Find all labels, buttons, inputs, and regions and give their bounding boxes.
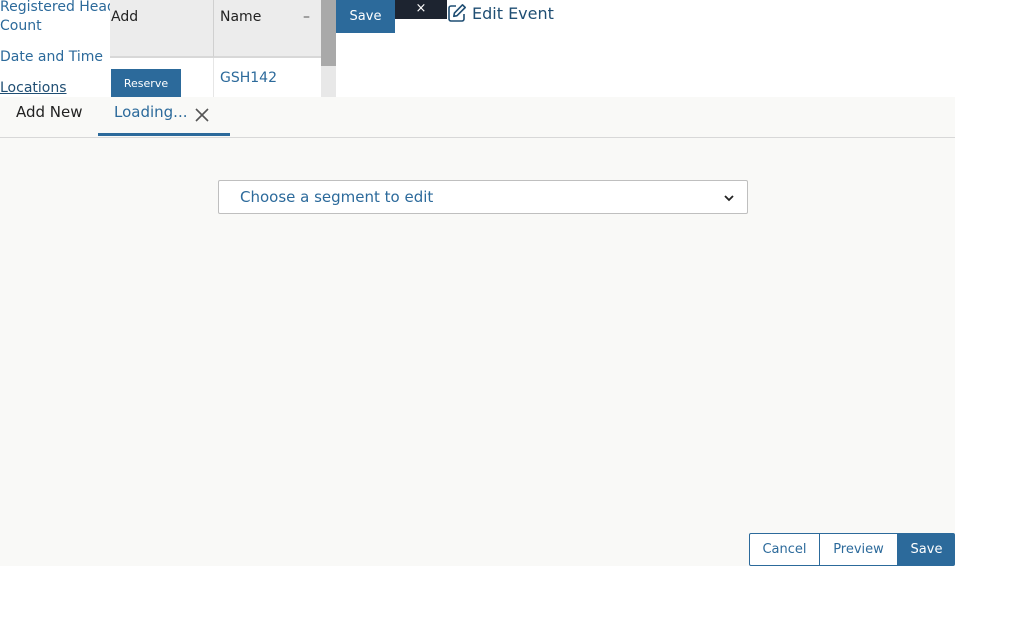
edit-event-title: Edit Event — [472, 3, 554, 23]
segment-select[interactable]: Choose a segment to edit — [218, 180, 748, 214]
nav-date-and-time[interactable]: Date and Time — [0, 48, 103, 67]
scrollbar-thumb[interactable] — [321, 0, 336, 66]
tab-loading[interactable]: Loading... — [98, 97, 230, 136]
tab-bar: Add New Loading... — [0, 97, 955, 138]
cancel-button[interactable]: Cancel — [749, 533, 820, 566]
column-header-name-label: Name — [220, 9, 262, 25]
chevron-down-icon — [724, 195, 734, 202]
column-header-add: Add — [110, 0, 213, 58]
nav-label-line1: Registered Head — [0, 0, 116, 15]
tab-loading-label: Loading... — [114, 103, 188, 121]
reserve-button[interactable]: Reserve — [111, 69, 181, 97]
tab-add-new[interactable]: Add New — [16, 103, 83, 121]
save-button[interactable]: Save — [898, 533, 955, 566]
nav-label-line2: Count — [0, 18, 42, 34]
nav-registered-head-count[interactable]: Registered Head Count — [0, 0, 116, 36]
edit-icon — [448, 4, 466, 22]
location-link[interactable]: GSH142 — [220, 70, 277, 86]
close-icon[interactable] — [194, 107, 210, 123]
close-icon: × — [415, 1, 427, 16]
table-scrollbar[interactable] — [321, 0, 336, 97]
segment-select-placeholder: Choose a segment to edit — [240, 188, 434, 206]
locations-table: Add Name – Reserve GSH142 — [110, 0, 322, 97]
column-header-name[interactable]: Name – — [213, 0, 322, 58]
preview-button[interactable]: Preview — [820, 533, 898, 566]
column-header-add-label: Add — [111, 9, 139, 25]
table-cell-name: GSH142 — [213, 58, 322, 97]
collapse-column-button[interactable]: – — [303, 9, 310, 25]
close-button[interactable]: × — [395, 0, 447, 19]
segment-editor-panel: Add New Loading... Choose a segment to e… — [0, 97, 955, 566]
nav-locations[interactable]: Locations — [0, 79, 67, 98]
top-save-button[interactable]: Save — [336, 0, 395, 33]
edit-event-header: Edit Event — [447, 0, 554, 26]
footer-actions: Cancel Preview Save — [749, 533, 955, 566]
